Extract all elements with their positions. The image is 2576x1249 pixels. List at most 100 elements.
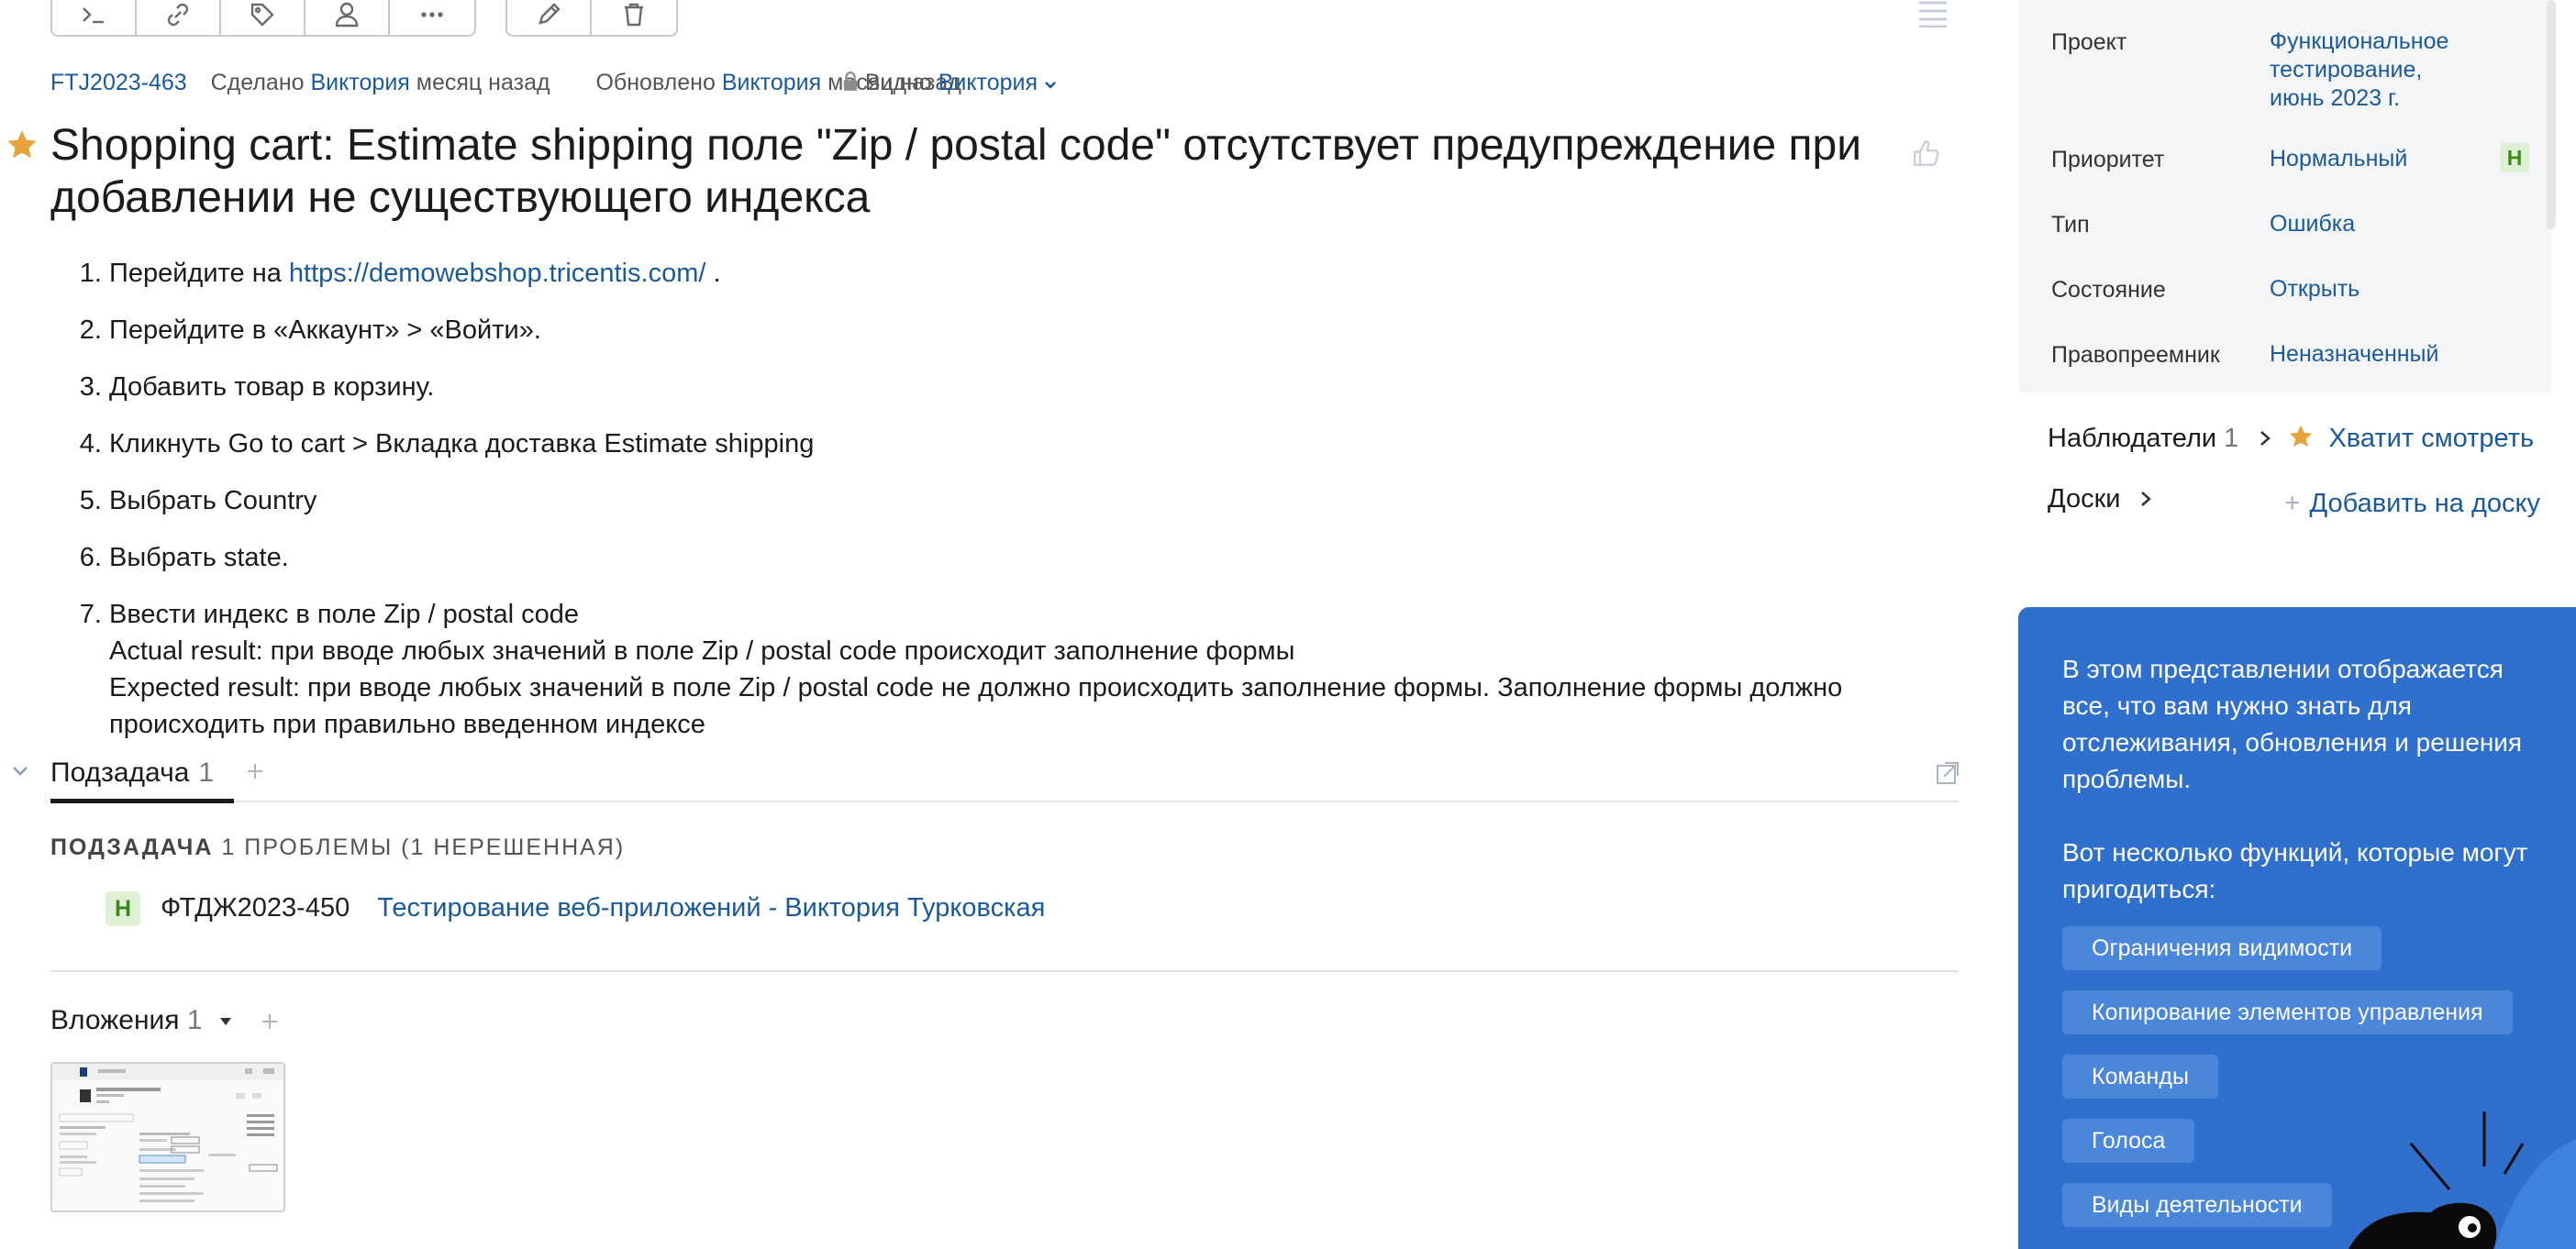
step-item: Выбрать Country bbox=[109, 482, 1999, 519]
chevron-right-icon[interactable] bbox=[2259, 429, 2271, 448]
issue-meta: FTJ2023-463 Сделано Виктория месяц назад… bbox=[50, 70, 961, 96]
tip-visibility-restrictions[interactable]: Ограничения видимости bbox=[2062, 926, 2382, 970]
watchers-row: Наблюдатели 1 Хватит смотреть bbox=[2048, 424, 2534, 454]
priority-label: Приоритет bbox=[2051, 147, 2165, 172]
command-prompt-icon bbox=[83, 7, 104, 24]
tips-features-intro: Вот несколько функций, которые могут при… bbox=[2062, 838, 2528, 903]
tip-activities[interactable]: Виды деятельности bbox=[2062, 1183, 2332, 1227]
pencil-icon bbox=[539, 3, 561, 25]
step-text: Выбрать Country bbox=[109, 486, 317, 515]
visibility-label: Видно bbox=[864, 70, 932, 95]
command-button[interactable] bbox=[52, 0, 137, 35]
expected-result-text: Expected result: при вводе любых значени… bbox=[109, 673, 1843, 739]
step-text-suffix: . bbox=[713, 259, 721, 288]
step-item: Выбрать state. bbox=[109, 539, 1999, 576]
state-value[interactable]: Открыть bbox=[2270, 275, 2359, 304]
actual-result-text: Actual result: при вводе любых значений … bbox=[109, 636, 1295, 666]
tag-button[interactable] bbox=[221, 0, 305, 35]
boards-row: Доски bbox=[2048, 484, 2152, 514]
priority-badge: Н bbox=[2500, 143, 2529, 172]
step-item: Ввести индекс в поле Zip / postal code A… bbox=[109, 596, 1999, 743]
add-to-board-link[interactable]: + Добавить на доску bbox=[2284, 484, 2541, 523]
issue-title[interactable]: Shopping cart: Estimate shipping поле "Z… bbox=[50, 119, 1885, 224]
issue-key-link[interactable]: FTJ2023-463 bbox=[50, 70, 187, 95]
subtask-title-link[interactable]: Тестирование веб-приложений - Виктория Т… bbox=[377, 893, 1045, 923]
properties-scrollbar[interactable] bbox=[2547, 0, 2556, 229]
subtask-summary-title: ПОДЗАДАЧА bbox=[50, 835, 214, 860]
attachments-sort-caret-icon[interactable] bbox=[219, 1017, 232, 1026]
section-divider bbox=[50, 970, 1959, 972]
add-to-board-label: Добавить на доску bbox=[2309, 489, 2541, 518]
project-label: Проект bbox=[2051, 29, 2127, 55]
step-text: Кликнуть Go to cart > Вкладка доставка E… bbox=[109, 429, 815, 459]
description-steps: Перейдите на https://demowebshop.tricent… bbox=[50, 255, 1999, 763]
tab-label: Подзадача bbox=[50, 757, 190, 788]
boards-label[interactable]: Доски bbox=[2048, 484, 2120, 514]
step-text: Перейдите на bbox=[109, 259, 282, 288]
step-text: Перейдите в «Аккаунт» > «Войти». bbox=[109, 315, 541, 345]
more-dots-icon bbox=[421, 12, 443, 17]
watchers-count: 1 bbox=[2224, 424, 2239, 453]
screenshot-preview-image bbox=[52, 1064, 283, 1202]
demowebshop-link[interactable]: https://demowebshop.tricentis.com/ bbox=[289, 259, 706, 288]
watch-star-icon bbox=[2290, 425, 2313, 448]
trash-icon bbox=[625, 3, 643, 27]
assign-button[interactable] bbox=[305, 0, 390, 35]
favorite-star-icon[interactable] bbox=[6, 128, 39, 161]
subtask-key: ФТДЖ2023-450 bbox=[161, 892, 350, 923]
priority-badge: Н bbox=[105, 891, 140, 926]
step-item: Добавить товар в корзину. bbox=[109, 369, 1999, 405]
step-text: Ввести индекс в поле Zip / postal code bbox=[109, 600, 579, 629]
step-text: Добавить товар в корзину. bbox=[109, 372, 435, 402]
priority-value[interactable]: Нормальный bbox=[2270, 145, 2407, 173]
attachments-header: Вложения 1 bbox=[50, 1005, 280, 1036]
onboarding-tips-panel: В этом представлении отображается все, ч… bbox=[2018, 607, 2576, 1249]
attachments-count: 1 bbox=[186, 1005, 203, 1035]
subtask-section-header: Подзадача 1 bbox=[0, 750, 1963, 803]
chevron-down-icon bbox=[1045, 82, 1056, 89]
tips-intro: В этом представлении отображается все, ч… bbox=[2062, 655, 2523, 793]
step-item: Перейдите на https://demowebshop.tricent… bbox=[109, 255, 1999, 292]
toolbar-edit-group bbox=[505, 0, 678, 37]
link-icon bbox=[167, 3, 189, 27]
attachment-thumbnail[interactable] bbox=[50, 1062, 285, 1212]
open-in-new-icon[interactable] bbox=[1936, 761, 1960, 785]
project-value-line: июнь 2023 г. bbox=[2270, 85, 2401, 111]
delete-button[interactable] bbox=[592, 0, 676, 35]
list-view-icon[interactable] bbox=[1917, 0, 1949, 28]
add-attachment-icon[interactable] bbox=[260, 1011, 280, 1032]
stop-watching-link[interactable]: Хватит смотреть bbox=[2328, 424, 2534, 453]
subtask-summary: ПОДЗАДАЧА 1 ПРОБЛЕМЫ (1 НЕРЕШЕННАЯ) bbox=[50, 835, 625, 861]
step-item: Кликнуть Go to cart > Вкладка доставка E… bbox=[109, 426, 1999, 462]
created-time: месяц назад bbox=[416, 70, 550, 95]
add-subtask-icon[interactable] bbox=[245, 761, 265, 781]
tip-votes[interactable]: Голоса bbox=[2062, 1119, 2195, 1163]
watchers-label[interactable]: Наблюдатели bbox=[2048, 424, 2216, 453]
project-value-line: Функциональное bbox=[2270, 28, 2449, 54]
tip-commands[interactable]: Команды bbox=[2062, 1055, 2218, 1099]
link-button[interactable] bbox=[137, 0, 221, 35]
type-value[interactable]: Ошибка bbox=[2270, 210, 2355, 238]
updater-link[interactable]: Виктория bbox=[722, 70, 821, 95]
project-value[interactable]: Функциональное тестирование, июнь 2023 г… bbox=[2270, 28, 2448, 113]
subtask-summary-count: 1 ПРОБЛЕМЫ (1 НЕРЕШЕННАЯ) bbox=[221, 835, 626, 860]
edit-button[interactable] bbox=[507, 0, 592, 35]
more-button[interactable] bbox=[390, 0, 474, 35]
assignee-value[interactable]: Неназначенный bbox=[2270, 340, 2439, 369]
toolbar-actions-group bbox=[50, 0, 476, 37]
visibility-value[interactable]: Виктория bbox=[938, 70, 1038, 95]
thumbs-up-icon[interactable] bbox=[1911, 138, 1942, 169]
user-icon bbox=[335, 2, 359, 28]
tab-divider bbox=[50, 801, 1959, 802]
chevron-right-icon[interactable] bbox=[2139, 490, 2152, 508]
tab-subtasks[interactable]: Подзадача 1 bbox=[50, 757, 214, 789]
created-label: Сделано bbox=[210, 70, 305, 95]
visibility-control[interactable]: Видно Виктория bbox=[842, 70, 1057, 96]
creator-link[interactable]: Виктория bbox=[310, 70, 409, 95]
project-value-line: тестирование, bbox=[2270, 57, 2423, 83]
step-item: Перейдите в «Аккаунт» > «Войти». bbox=[109, 312, 1999, 348]
collapse-chevron-icon[interactable] bbox=[11, 765, 29, 778]
subtask-row[interactable]: Н ФТДЖ2023-450 Тестирование веб-приложен… bbox=[105, 891, 1045, 926]
tip-copy-controls[interactable]: Копирование элементов управления bbox=[2062, 990, 2513, 1034]
type-label: Тип bbox=[2051, 212, 2090, 238]
